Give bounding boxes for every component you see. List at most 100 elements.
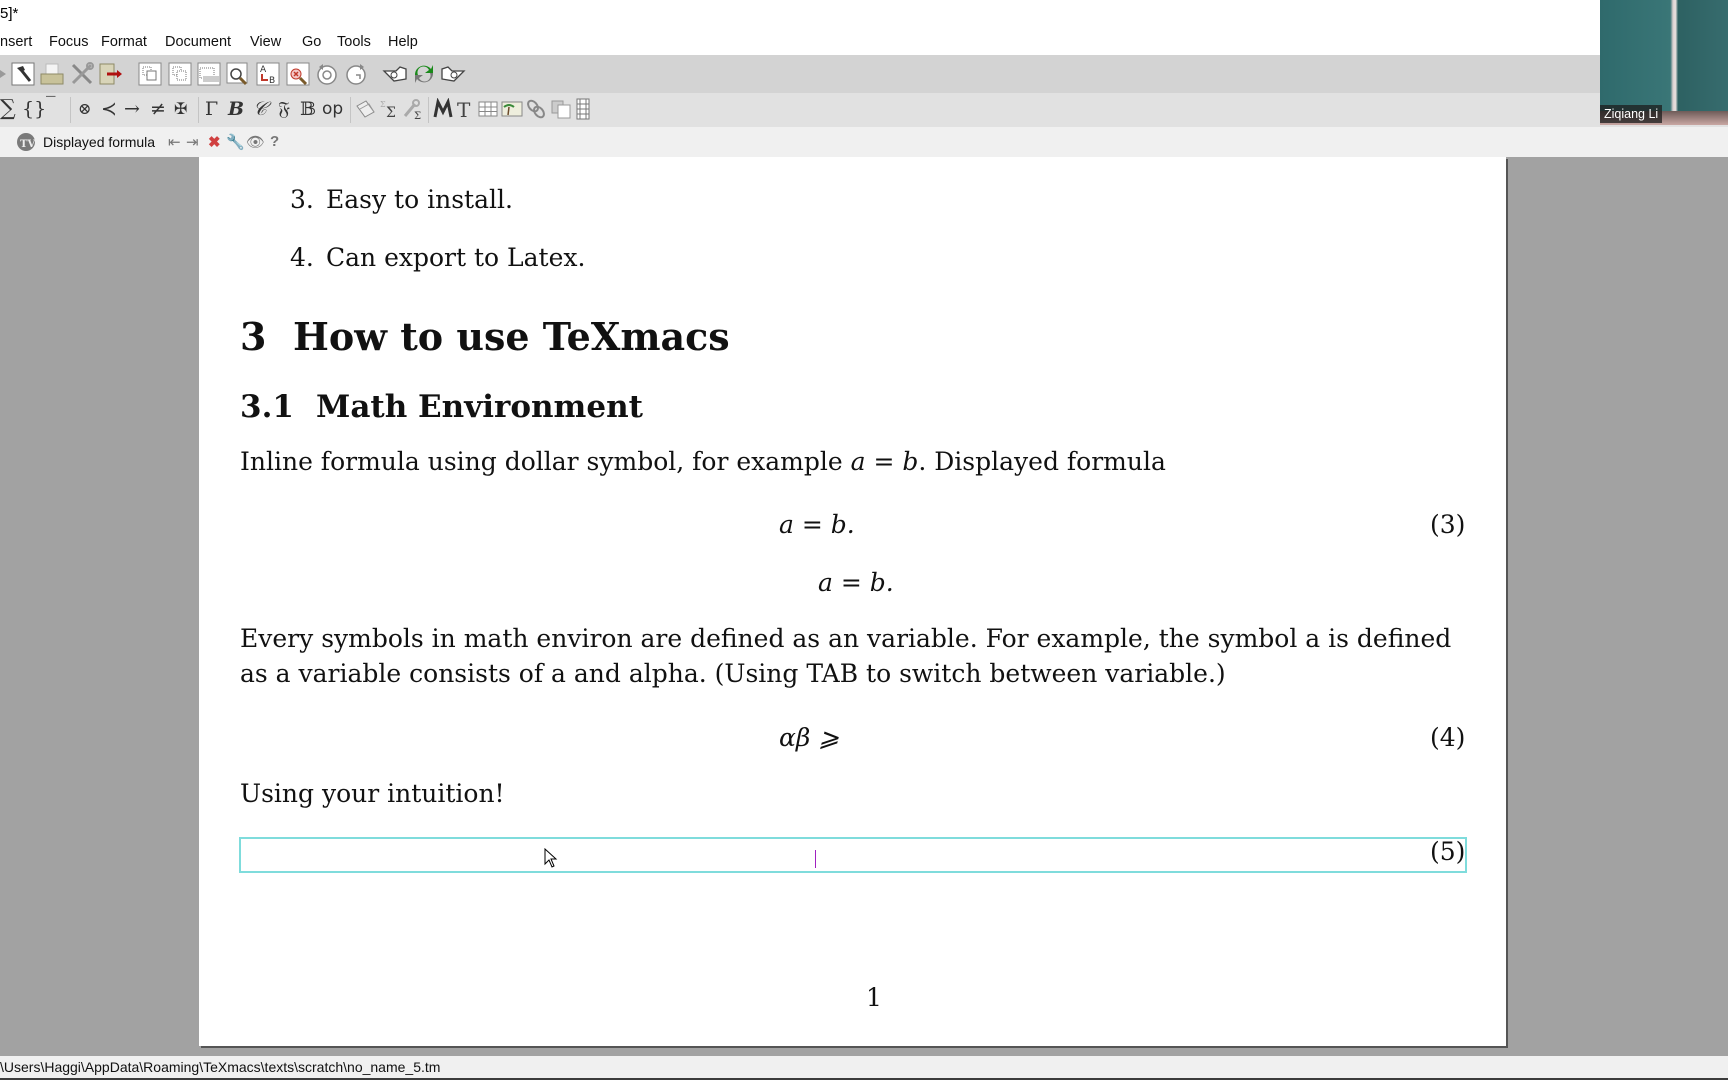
list-item-text: Easy to install. xyxy=(326,185,513,214)
mouse-pointer-icon xyxy=(544,847,558,872)
svg-text:Σ: Σ xyxy=(386,105,396,120)
help-icon[interactable]: ? xyxy=(270,133,279,150)
texmacs-logo-icon: TV xyxy=(16,132,36,152)
negation-button[interactable]: ≠ xyxy=(150,97,166,121)
status-bar: \Users\Haggi\AppData\Roaming\TeXmacs\tex… xyxy=(0,1056,1728,1078)
menu-go[interactable]: Go xyxy=(302,34,321,50)
menu-document[interactable]: Document xyxy=(165,34,231,50)
active-equation-box[interactable]: (5) xyxy=(239,837,1467,873)
mode-math-icon[interactable] xyxy=(433,98,453,120)
inline-math[interactable]: a = b xyxy=(851,447,919,476)
equation-body[interactable]: a = b. xyxy=(779,510,855,539)
binary-operator-button[interactable]: ⊗ xyxy=(78,97,91,121)
menu-format[interactable]: Format xyxy=(101,34,147,50)
cut-icon[interactable] xyxy=(197,62,221,86)
menu-view[interactable]: View xyxy=(250,34,281,50)
participant-name: Ziqiang Li xyxy=(1600,105,1663,123)
equation-number: (5) xyxy=(1430,837,1466,866)
undo-icon[interactable] xyxy=(315,61,339,87)
duplicate-icon[interactable] xyxy=(550,99,572,119)
redo-icon[interactable] xyxy=(344,61,368,87)
table-icon[interactable] xyxy=(478,99,498,119)
operator-button[interactable]: op xyxy=(322,97,343,121)
svg-text:TV: TV xyxy=(20,139,35,150)
webcam-overlay: Ziqiang Li xyxy=(1600,0,1728,125)
paragraph-inline-formula: Inline formula using dollar symbol, for … xyxy=(240,447,1166,476)
menu-bar: nsert Focus Format Document View Go Tool… xyxy=(0,28,1728,55)
bookmark-icon[interactable] xyxy=(0,64,8,84)
svg-text:T: T xyxy=(457,98,471,120)
big-operator-button[interactable]: ∑ xyxy=(0,97,16,121)
move-left-icon[interactable]: ⇤ xyxy=(168,133,181,151)
delete-icon[interactable]: ✖ xyxy=(208,133,221,151)
subsection-title: Math Environment xyxy=(316,389,643,425)
text-run: . Displayed formula xyxy=(918,447,1166,476)
spell-check-icon[interactable] xyxy=(286,62,310,86)
film-icon[interactable] xyxy=(575,98,591,120)
toolbar-separator xyxy=(70,97,71,123)
svg-text:A: A xyxy=(260,65,267,75)
main-toolbar: AB xyxy=(0,55,1728,93)
copy-icon[interactable] xyxy=(138,62,162,86)
paragraph-line: as a variable consists of a and alpha. (… xyxy=(240,659,1226,688)
search-icon[interactable] xyxy=(226,62,250,86)
calligraphic-button[interactable]: 𝒞 xyxy=(253,97,267,121)
text-run: Inline formula using dollar symbol, for … xyxy=(240,447,851,476)
document-page[interactable]: 3. Easy to install. 4. Can export to Lat… xyxy=(199,157,1506,1046)
relation-button[interactable]: ≺ xyxy=(101,97,117,121)
paste-icon[interactable] xyxy=(168,62,192,86)
svg-text:B: B xyxy=(269,76,275,86)
hammer-icon[interactable] xyxy=(11,62,35,86)
equation-body[interactable]: αβ ⩾ xyxy=(779,723,839,752)
tag-icon[interactable] xyxy=(354,98,376,120)
move-right-icon[interactable]: ⇥ xyxy=(186,133,199,151)
menu-focus[interactable]: Focus xyxy=(49,34,89,50)
settings-icon[interactable]: 🔧 xyxy=(226,133,245,151)
menu-tools[interactable]: Tools xyxy=(337,34,371,50)
replace-icon[interactable]: AB xyxy=(256,62,280,86)
page-number: 1 xyxy=(866,983,882,1012)
menu-help[interactable]: Help xyxy=(388,34,418,50)
blackboard-button[interactable]: 𝔹 xyxy=(300,97,316,121)
sync-icon[interactable] xyxy=(411,61,437,87)
mode-text-icon[interactable]: T xyxy=(455,98,475,120)
link-icon[interactable] xyxy=(525,98,547,120)
equation-body[interactable]: a = b. xyxy=(818,568,894,597)
equation-number: (3) xyxy=(1430,510,1466,539)
subsection-number: 3.1 xyxy=(240,389,294,425)
section-number: 3 xyxy=(240,314,267,359)
arrow-button[interactable]: → xyxy=(124,97,140,121)
toolbar-separator xyxy=(428,97,429,123)
menu-insert[interactable]: nsert xyxy=(0,34,32,50)
brackets-button[interactable]: {} xyxy=(22,97,46,121)
paragraph: Using your intuition! xyxy=(240,779,505,808)
hand-left-icon[interactable] xyxy=(382,63,408,85)
tools-icon[interactable] xyxy=(69,61,95,87)
print-icon[interactable] xyxy=(39,62,65,86)
equation-number: (4) xyxy=(1430,723,1466,752)
focus-label: Displayed formula xyxy=(43,134,156,150)
math-settings-icon[interactable]: Σ xyxy=(402,98,424,120)
list-item-number: 4. xyxy=(290,243,314,272)
toolbar-separator xyxy=(198,97,199,123)
preview-icon[interactable]: 👁 xyxy=(246,133,265,151)
list-item-text: Can export to Latex. xyxy=(326,243,586,272)
fraktur-button[interactable]: 𝔉 xyxy=(278,97,290,121)
context-bar: TV Displayed formula ⇤ ⇥ ✖ 🔧 👁 ? xyxy=(0,127,1728,157)
sum-style-icon[interactable]: ΣΣ xyxy=(378,98,400,120)
bold-math-button[interactable]: B xyxy=(228,97,244,121)
toolbar-separator xyxy=(350,97,351,123)
wide-accent-button[interactable]: ‾ xyxy=(46,92,56,116)
svg-text:Σ: Σ xyxy=(414,111,421,120)
image-icon[interactable] xyxy=(501,99,523,119)
section-title: How to use TeXmacs xyxy=(293,314,730,359)
file-path: \Users\Haggi\AppData\Roaming\TeXmacs\tex… xyxy=(0,1059,441,1075)
list-item-number: 3. xyxy=(290,185,314,214)
misc-symbol-button[interactable]: ✠ xyxy=(174,97,187,121)
greek-button[interactable]: Γ xyxy=(205,97,218,121)
hand-right-icon[interactable] xyxy=(440,63,466,85)
export-icon[interactable] xyxy=(98,62,124,86)
text-caret xyxy=(815,850,816,868)
window-title: 5]* xyxy=(0,5,19,22)
title-bar: 5]* xyxy=(0,0,1728,28)
